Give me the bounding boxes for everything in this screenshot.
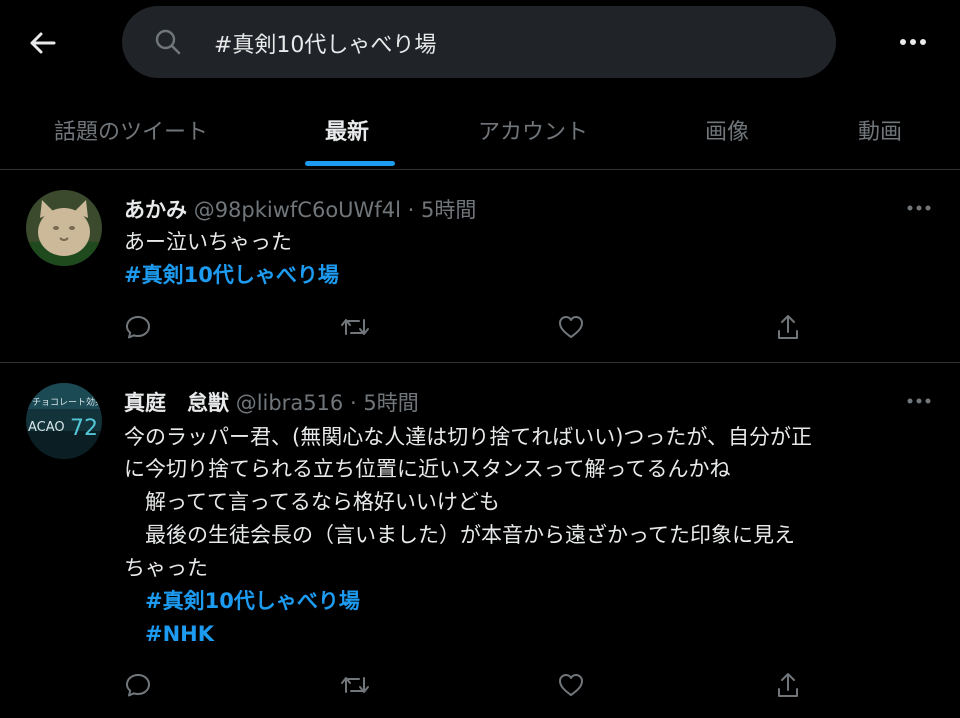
tweet[interactable]: チョコレート効果 ACAO 72 真庭 怠獣 @libra516 · 5時間 今… (0, 363, 960, 718)
tweet[interactable]: あかみ @98pkiwfC6oUWf4l · 5時間 あー泣いちゃった #真剣1… (0, 170, 960, 362)
separator: · (407, 198, 415, 222)
tweet-header: 真庭 怠獣 @libra516 · 5時間 (124, 387, 419, 417)
timestamp[interactable]: 5時間 (421, 198, 476, 222)
back-arrow-icon[interactable] (26, 26, 60, 60)
avatar[interactable] (26, 190, 102, 266)
display-name[interactable]: あかみ (124, 198, 187, 222)
tweet-text-line: に今切り捨てられる立ち位置に近いスタンスって解ってるんかね (124, 457, 731, 481)
search-icon (154, 28, 182, 60)
like-icon[interactable] (555, 311, 587, 343)
more-icon[interactable] (904, 391, 934, 411)
more-icon[interactable] (898, 30, 928, 54)
search-input[interactable]: #真剣10代しゃべり場 (214, 27, 436, 59)
like-icon[interactable] (555, 669, 587, 701)
share-icon[interactable] (772, 669, 804, 701)
tweet-text: あー泣いちゃった (124, 230, 292, 254)
timestamp[interactable]: 5時間 (363, 391, 418, 415)
tweet-text-line: 最後の生徒会長の（言いました）が本音から遠ざかってた印象に見え (124, 523, 795, 547)
retweet-icon[interactable] (339, 669, 371, 701)
search-bar[interactable]: #真剣10代しゃべり場 (122, 6, 836, 78)
user-handle[interactable]: @98pkiwfC6oUWf4l (194, 198, 401, 222)
avatar[interactable]: チョコレート効果 ACAO 72 (26, 383, 102, 459)
svg-text:チョコレート効果: チョコレート効果 (32, 396, 102, 408)
retweet-icon[interactable] (339, 311, 371, 343)
hashtag-link[interactable]: #NHK (124, 619, 214, 649)
svg-text:ACAO: ACAO (28, 420, 65, 435)
top-bar: #真剣10代しゃべり場 話題のツイート 最新 アカウント 画像 動画 (0, 0, 960, 170)
svg-text:72: 72 (70, 416, 98, 441)
reply-icon[interactable] (122, 311, 154, 343)
more-icon[interactable] (904, 198, 934, 218)
user-handle[interactable]: @libra516 (236, 391, 344, 415)
display-name[interactable]: 真庭 怠獣 (124, 391, 229, 415)
tweet-text-line: 今のラッパー君、(無関心な人達は切り捨てればいい)つったが、自分が正 (124, 425, 812, 449)
active-tab-indicator (305, 161, 395, 166)
hashtag-link[interactable]: #真剣10代しゃべり場 (124, 260, 339, 290)
reply-icon[interactable] (122, 669, 154, 701)
hashtag-link[interactable]: #真剣10代しゃべり場 (124, 586, 360, 616)
tab-bar: 話題のツイート 最新 アカウント 画像 動画 (0, 98, 960, 170)
tweet-text-line: 解ってて言ってるなら格好いいけども (124, 490, 500, 514)
tweet-text-line: ちゃった (124, 556, 208, 580)
tweet-header: あかみ @98pkiwfC6oUWf4l · 5時間 (124, 194, 476, 224)
share-icon[interactable] (772, 311, 804, 343)
separator: · (349, 391, 357, 415)
